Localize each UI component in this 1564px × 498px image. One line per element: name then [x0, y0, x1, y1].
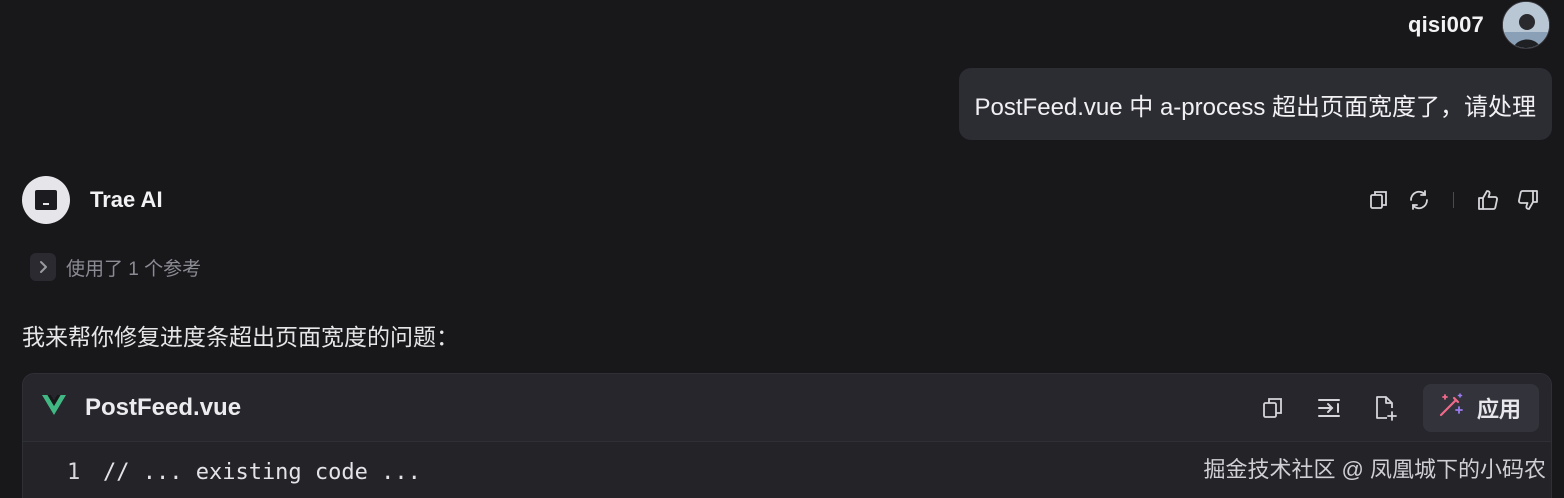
watermark-text: 掘金技术社区 @ 凤凰城下的小码农 [1203, 457, 1546, 482]
thumbs-down-icon[interactable] [1508, 184, 1548, 216]
user-header: qisi007 [1408, 0, 1550, 50]
user-avatar [1502, 1, 1550, 49]
chat-panel: qisi007 PostFeed.vue 中 a-process 超出页面宽度了… [0, 0, 1564, 498]
line-number: 1 [67, 459, 81, 485]
references-toggle[interactable]: 使用了 1 个参考 [30, 252, 201, 282]
thumbs-up-icon[interactable] [1468, 184, 1508, 216]
assistant-intro-text: 我来帮你修复进度条超出页面宽度的问题： [22, 324, 459, 350]
refresh-icon[interactable] [1399, 184, 1439, 216]
code-block-header: PostFeed.vue 应用 [23, 374, 1551, 442]
user-message-bubble: PostFeed.vue 中 a-process 超出页面宽度了，请处理 [958, 68, 1552, 140]
vue-logo-icon [41, 394, 67, 421]
line-code: // ... existing code ... [103, 459, 421, 485]
actions-divider [1453, 192, 1454, 208]
apply-label: 应用 [1476, 396, 1521, 422]
magic-wand-icon [1437, 391, 1465, 424]
add-file-icon[interactable] [1359, 388, 1411, 428]
username: qisi007 [1407, 12, 1484, 37]
code-block-toolbar: 应用 [1247, 383, 1539, 432]
apply-button[interactable]: 应用 [1422, 383, 1539, 432]
copy-code-icon[interactable] [1247, 388, 1299, 428]
message-actions [1359, 184, 1548, 216]
references-label: 使用了 1 个参考 [66, 258, 202, 280]
copy-icon[interactable] [1359, 184, 1399, 216]
trae-logo-icon [22, 176, 70, 224]
assistant-name: Trae AI [90, 187, 163, 212]
assistant-header: Trae AI [22, 176, 163, 224]
insert-to-terminal-icon[interactable] [1303, 388, 1355, 428]
code-file-name: PostFeed.vue [85, 393, 242, 421]
chevron-right-icon [30, 253, 56, 281]
code-file-label: PostFeed.vue [41, 394, 241, 422]
